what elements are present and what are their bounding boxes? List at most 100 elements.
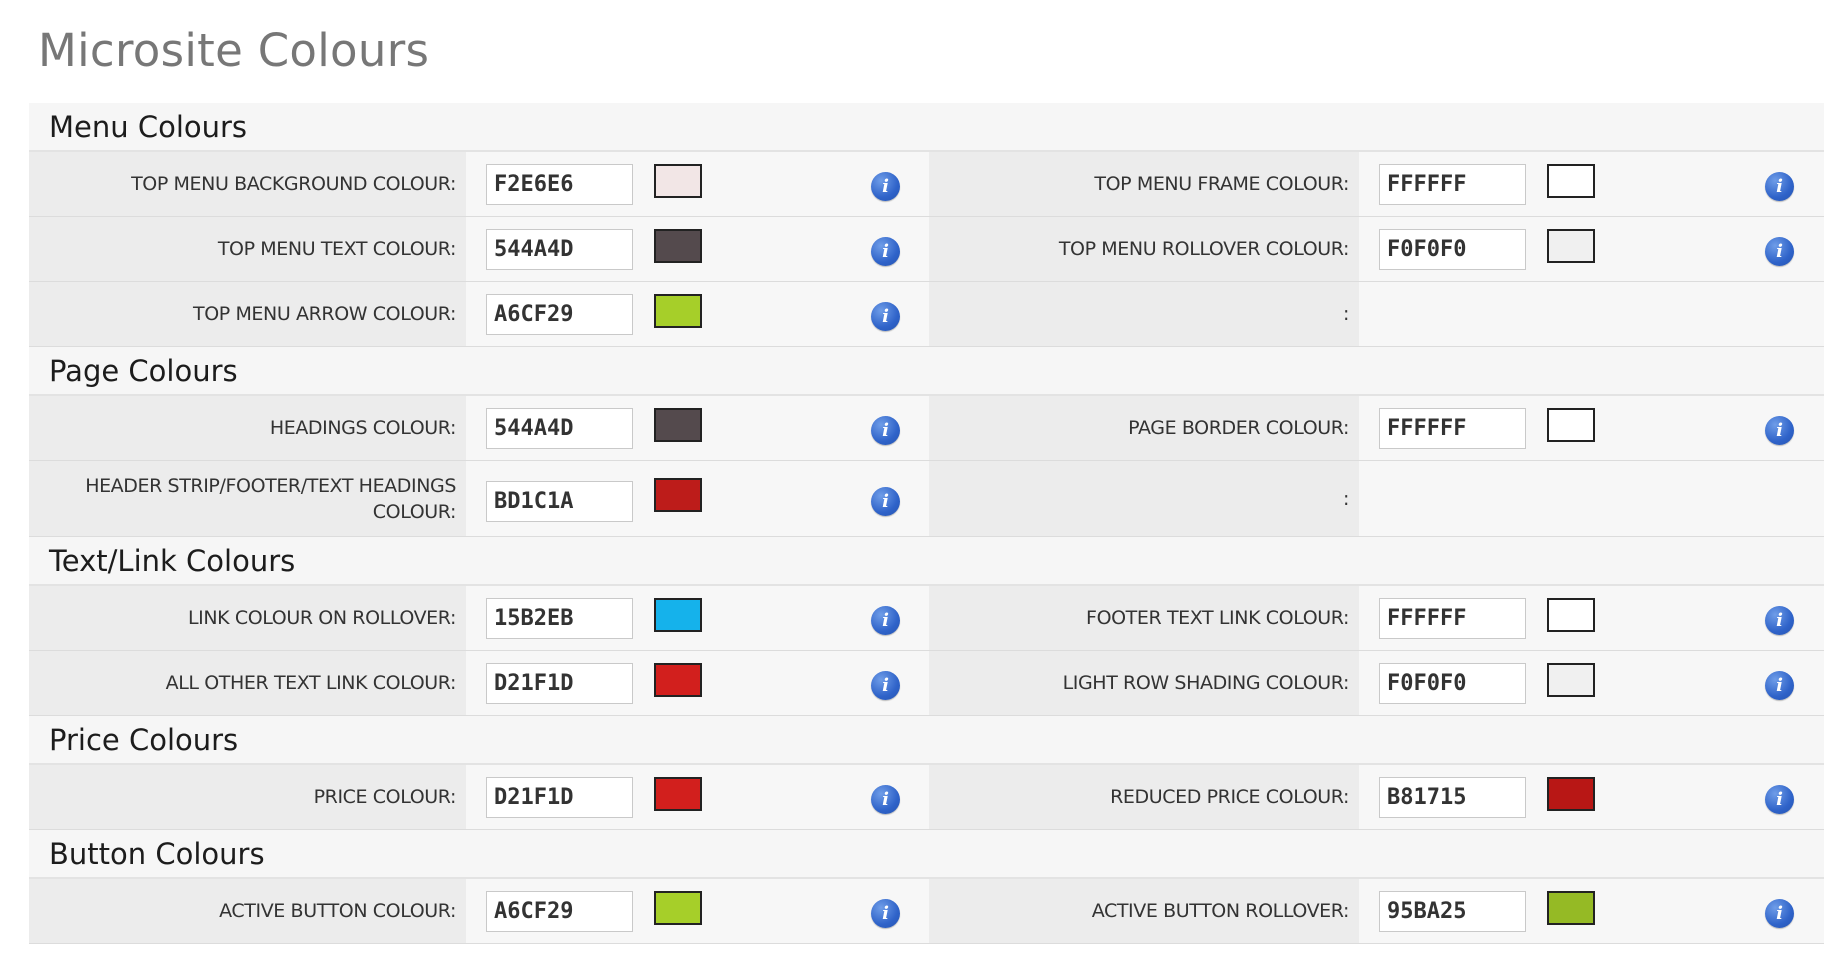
link-colour-on-rollover-input[interactable] bbox=[486, 598, 633, 639]
info-icon[interactable]: i bbox=[871, 237, 900, 266]
top-menu-rollover-colour-swatch[interactable] bbox=[1547, 229, 1595, 263]
setting-row: TOP MENU TEXT COLOUR: i TOP MENU ROLLOVER … bbox=[29, 217, 1824, 282]
info-icon[interactable]: i bbox=[871, 785, 900, 814]
headings-colour-label: HEADINGS COLOUR: bbox=[29, 396, 466, 460]
top-menu-text-colour-label: TOP MENU TEXT COLOUR: bbox=[29, 217, 466, 281]
header-strip-footer-text-headings-colour-swatch[interactable] bbox=[654, 478, 702, 512]
price-colour-swatch[interactable] bbox=[654, 777, 702, 811]
active-button-rollover-swatch[interactable] bbox=[1547, 891, 1595, 925]
top-menu-text-colour-cell: i bbox=[466, 217, 929, 281]
page-border-colour-label: PAGE BORDER COLOUR: bbox=[929, 396, 1359, 460]
setting-row: PRICE COLOUR: i REDUCED PRICE COLOUR: i bbox=[29, 765, 1824, 830]
info-icon[interactable]: i bbox=[1765, 785, 1794, 814]
link-colour-on-rollover-swatch[interactable] bbox=[654, 598, 702, 632]
active-button-rollover-cell: i bbox=[1359, 879, 1824, 943]
info-icon[interactable]: i bbox=[871, 302, 900, 331]
page-border-colour-input[interactable] bbox=[1379, 408, 1526, 449]
setting-row: TOP MENU BACKGROUND COLOUR: i TOP MENU FRA… bbox=[29, 152, 1824, 217]
info-icon[interactable]: i bbox=[871, 671, 900, 700]
info-icon[interactable]: i bbox=[1765, 237, 1794, 266]
section-header-page-colours: Page Colours bbox=[29, 347, 1824, 396]
active-button-colour-cell: i bbox=[466, 879, 929, 943]
colour-settings-table: Menu ColoursTOP MENU BACKGROUND COLOUR: i… bbox=[29, 103, 1824, 944]
top-menu-text-colour-swatch[interactable] bbox=[654, 229, 702, 263]
footer-text-link-colour-input[interactable] bbox=[1379, 598, 1526, 639]
link-colour-on-rollover-cell: i bbox=[466, 586, 929, 650]
setting-row: ACTIVE BUTTON COLOUR: i ACTIVE BUTTON ROLL… bbox=[29, 879, 1824, 944]
setting-row: TOP MENU ARROW COLOUR: i: bbox=[29, 282, 1824, 347]
empty-value-cell bbox=[1359, 282, 1824, 346]
page-title: Microsite Colours bbox=[38, 24, 430, 77]
price-colour-label: PRICE COLOUR: bbox=[29, 765, 466, 829]
page-border-colour-swatch[interactable] bbox=[1547, 408, 1595, 442]
info-icon[interactable]: i bbox=[1765, 671, 1794, 700]
reduced-price-colour-label: REDUCED PRICE COLOUR: bbox=[929, 765, 1359, 829]
section-header-menu-colours: Menu Colours bbox=[29, 103, 1824, 152]
top-menu-background-colour-swatch[interactable] bbox=[654, 164, 702, 198]
top-menu-arrow-colour-swatch[interactable] bbox=[654, 294, 702, 328]
top-menu-background-colour-label: TOP MENU BACKGROUND COLOUR: bbox=[29, 152, 466, 216]
reduced-price-colour-swatch[interactable] bbox=[1547, 777, 1595, 811]
light-row-shading-colour-swatch[interactable] bbox=[1547, 663, 1595, 697]
section-header-button-colours: Button Colours bbox=[29, 830, 1824, 879]
setting-row: HEADER STRIP/FOOTER/TEXT HEADINGS COLOUR… bbox=[29, 461, 1824, 537]
info-icon[interactable]: i bbox=[871, 487, 900, 516]
all-other-text-link-colour-label: ALL OTHER TEXT LINK COLOUR: bbox=[29, 651, 466, 715]
footer-text-link-colour-cell: i bbox=[1359, 586, 1824, 650]
headings-colour-swatch[interactable] bbox=[654, 408, 702, 442]
headings-colour-input[interactable] bbox=[486, 408, 633, 449]
reduced-price-colour-input[interactable] bbox=[1379, 777, 1526, 818]
info-icon[interactable]: i bbox=[1765, 172, 1794, 201]
microsite-colours-page: Microsite Colours Menu Colours TOP MENU B… bbox=[0, 0, 1824, 972]
all-other-text-link-colour-swatch[interactable] bbox=[654, 663, 702, 697]
header-strip-footer-text-headings-colour-input[interactable] bbox=[486, 481, 633, 522]
top-menu-arrow-colour-input[interactable] bbox=[486, 294, 633, 335]
active-button-rollover-label: ACTIVE BUTTON ROLLOVER: bbox=[929, 879, 1359, 943]
info-icon[interactable]: i bbox=[1765, 899, 1794, 928]
empty-label: : bbox=[929, 461, 1359, 536]
light-row-shading-colour-label: LIGHT ROW SHADING COLOUR: bbox=[929, 651, 1359, 715]
footer-text-link-colour-label: FOOTER TEXT LINK COLOUR: bbox=[929, 586, 1359, 650]
headings-colour-cell: i bbox=[466, 396, 929, 460]
active-button-colour-label: ACTIVE BUTTON COLOUR: bbox=[29, 879, 466, 943]
top-menu-rollover-colour-label: TOP MENU ROLLOVER COLOUR: bbox=[929, 217, 1359, 281]
page-border-colour-cell: i bbox=[1359, 396, 1824, 460]
info-icon[interactable]: i bbox=[871, 899, 900, 928]
top-menu-arrow-colour-cell: i bbox=[466, 282, 929, 346]
top-menu-frame-colour-input[interactable] bbox=[1379, 164, 1526, 205]
top-menu-rollover-colour-input[interactable] bbox=[1379, 229, 1526, 270]
price-colour-input[interactable] bbox=[486, 777, 633, 818]
header-strip-footer-text-headings-colour-cell: i bbox=[466, 461, 929, 536]
active-button-rollover-input[interactable] bbox=[1379, 891, 1526, 932]
top-menu-frame-colour-cell: i bbox=[1359, 152, 1824, 216]
info-icon[interactable]: i bbox=[871, 416, 900, 445]
info-icon[interactable]: i bbox=[1765, 416, 1794, 445]
reduced-price-colour-cell: i bbox=[1359, 765, 1824, 829]
link-colour-on-rollover-label: LINK COLOUR ON ROLLOVER: bbox=[29, 586, 466, 650]
header-strip-footer-text-headings-colour-label: HEADER STRIP/FOOTER/TEXT HEADINGS COLOUR… bbox=[29, 461, 466, 536]
top-menu-arrow-colour-label: TOP MENU ARROW COLOUR: bbox=[29, 282, 466, 346]
footer-text-link-colour-swatch[interactable] bbox=[1547, 598, 1595, 632]
all-other-text-link-colour-cell: i bbox=[466, 651, 929, 715]
top-menu-frame-colour-swatch[interactable] bbox=[1547, 164, 1595, 198]
setting-row: LINK COLOUR ON ROLLOVER: i FOOTER TEXT LIN… bbox=[29, 586, 1824, 651]
setting-row: HEADINGS COLOUR: i PAGE BORDER COLOUR: i bbox=[29, 396, 1824, 461]
info-icon[interactable]: i bbox=[871, 606, 900, 635]
active-button-colour-input[interactable] bbox=[486, 891, 633, 932]
top-menu-text-colour-input[interactable] bbox=[486, 229, 633, 270]
top-menu-rollover-colour-cell: i bbox=[1359, 217, 1824, 281]
top-menu-background-colour-input[interactable] bbox=[486, 164, 633, 205]
top-menu-frame-colour-label: TOP MENU FRAME COLOUR: bbox=[929, 152, 1359, 216]
empty-value-cell bbox=[1359, 461, 1824, 536]
info-icon[interactable]: i bbox=[1765, 606, 1794, 635]
all-other-text-link-colour-input[interactable] bbox=[486, 663, 633, 704]
section-header-text-link-colours: Text/Link Colours bbox=[29, 537, 1824, 586]
light-row-shading-colour-input[interactable] bbox=[1379, 663, 1526, 704]
setting-row: ALL OTHER TEXT LINK COLOUR: i LIGHT ROW SH… bbox=[29, 651, 1824, 716]
light-row-shading-colour-cell: i bbox=[1359, 651, 1824, 715]
info-icon[interactable]: i bbox=[871, 172, 900, 201]
price-colour-cell: i bbox=[466, 765, 929, 829]
top-menu-background-colour-cell: i bbox=[466, 152, 929, 216]
active-button-colour-swatch[interactable] bbox=[654, 891, 702, 925]
section-header-price-colours: Price Colours bbox=[29, 716, 1824, 765]
